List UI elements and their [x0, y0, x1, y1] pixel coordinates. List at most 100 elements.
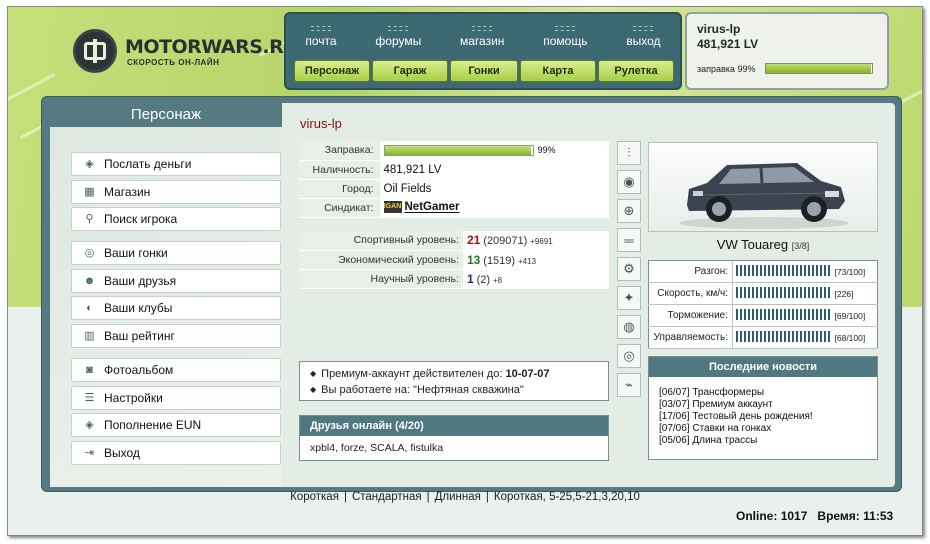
profile-stats: Заправка: 99% Наличность: 481,921 LV Гор… — [299, 141, 609, 218]
steering-icon[interactable]: ◎ — [617, 344, 641, 368]
level-value: 1 — [467, 271, 474, 286]
menu-exit[interactable]: ⇥ Выход — [71, 440, 281, 465]
nav-button-map[interactable]: Карта — [520, 60, 596, 82]
footer-link-long[interactable]: Длинная — [435, 491, 481, 503]
footer-link-standard[interactable]: Стандартная — [352, 491, 422, 503]
menu-your-friends[interactable]: ☻ Ваши друзья — [71, 268, 281, 293]
nav-link-shop[interactable]: магазин — [460, 26, 504, 48]
menu-your-rating[interactable]: ▥ Ваш рейтинг — [71, 323, 281, 348]
news-title: Последние новости — [649, 357, 877, 377]
menu-your-clubs[interactable]: ◐ Ваши клубы — [71, 296, 281, 320]
menu-label: Магазин — [104, 184, 151, 199]
menu-label: Ваши клубы — [104, 301, 173, 315]
player-name: virus-lp — [300, 116, 342, 131]
clubs-icon: ◐ — [86, 302, 93, 314]
user-name[interactable]: virus-lp — [697, 22, 877, 36]
car-image[interactable] — [648, 142, 878, 232]
fuel-label: Заправка: — [299, 141, 379, 161]
engine-parts-icon[interactable]: ✦ — [617, 286, 641, 310]
car-stat-label: Торможение: — [648, 304, 733, 327]
nav-button-races[interactable]: Гонки — [450, 60, 518, 82]
nav-button-character[interactable]: Персонаж — [294, 60, 370, 82]
menu-label: Ваши гонки — [104, 246, 168, 260]
news-item[interactable]: [03/07] Премиум аккаунт — [659, 399, 867, 411]
logo-title: MOTORWARS.RU — [125, 35, 299, 58]
car-stat-row: Скорость, км/ч: [226] — [648, 282, 878, 305]
rating-icon: ▥ — [84, 329, 95, 342]
footer-link-custom[interactable]: Короткая, 5-25,5-21,3,20,10 — [494, 491, 640, 503]
turbo-icon[interactable]: ◍ — [617, 315, 641, 339]
syndicate-row: Синдикат: IGAN NetGamer — [299, 198, 609, 218]
gearbox-icon[interactable]: ⚙ — [617, 257, 641, 281]
news-item[interactable]: [17/06] Тестовый день рождения! — [659, 411, 867, 423]
money-icon: ◈ — [85, 158, 94, 170]
menu-group-1: ◈ Послать деньги ▦ Магазин ⚲ Поиск игрока — [71, 152, 281, 235]
car-stat-row: Разгон: [73/100] — [648, 260, 878, 283]
menu-photo-album[interactable]: ◙ Фотоальбом — [71, 358, 281, 382]
car-stat-bar — [736, 330, 832, 342]
syndicate-logo-icon: IGAN — [383, 201, 402, 214]
tire-icon[interactable]: ◉ — [617, 170, 641, 194]
menu-send-money[interactable]: ◈ Послать деньги — [71, 152, 281, 176]
news-item[interactable]: [05/06] Длина трассы — [659, 435, 867, 447]
car-stage: [3/8] — [791, 241, 810, 251]
shock-absorber-icon[interactable]: ⫶ — [617, 141, 641, 165]
level-label: Спортивный уровень: — [299, 231, 463, 251]
car-stat-label: Разгон: — [648, 260, 733, 283]
nav-button-roulette[interactable]: Рулетка — [598, 60, 674, 82]
menu-player-search[interactable]: ⚲ Поиск игрока — [71, 207, 281, 231]
friends-online-box: Друзья онлайн (4/20) xpbl4, forze, SCALA… — [299, 415, 609, 461]
car-model: VW Touareg — [716, 237, 789, 252]
friends-icon: ☻ — [83, 274, 96, 287]
car-parts-bar: ⫶ ◉ ⊕ ═ ⚙ ✦ ◍ ◎ ⌁ — [617, 141, 643, 402]
car-name: VW Touareg [3/8] — [648, 237, 878, 252]
online-count: 1017 — [780, 509, 808, 523]
news-item[interactable]: [07/06] Ставки на гонках — [659, 423, 867, 435]
city-value: Oil Fields — [378, 179, 609, 199]
friends-online-list[interactable]: xpbl4, forze, SCALA, fistulka — [300, 436, 608, 460]
car-stat-value: [69/100] — [832, 304, 878, 327]
level-increment: +413 — [518, 256, 537, 266]
level-increment: +9691 — [530, 237, 553, 247]
cash-value: 481,921 LV — [378, 160, 609, 180]
camera-icon: ◙ — [86, 364, 93, 376]
nav-link-exit[interactable]: выход — [626, 26, 661, 48]
user-fuel-label: заправка 99% — [697, 63, 756, 74]
level-increment: +8 — [492, 275, 503, 285]
car-stat-label: Управляемость: — [648, 326, 733, 349]
shop-icon: ▦ — [84, 185, 95, 198]
exhaust-icon[interactable]: ═ — [617, 228, 641, 252]
level-label: Научный уровень: — [299, 269, 463, 289]
menu-your-races[interactable]: ◎ Ваши гонки — [71, 241, 281, 265]
menu-label: Ваш рейтинг — [104, 328, 175, 343]
user-fuel: заправка 99% — [697, 63, 877, 74]
news-item[interactable]: [06/07] Трансформеры — [659, 387, 867, 399]
menu-top-up[interactable]: ◈ Пополнение EUN — [71, 413, 281, 437]
footer-link-short[interactable]: Короткая — [290, 491, 339, 503]
logo[interactable]: MOTORWARS.RU СКОРОСТЬ ОН-ЛАЙН — [73, 21, 299, 81]
sidebar-title: Персонаж — [50, 103, 282, 127]
menu-shop[interactable]: ▦ Магазин — [71, 179, 281, 204]
nav-link-help[interactable]: помощь — [543, 26, 587, 48]
menu-label: Ваши друзья — [104, 273, 177, 288]
brakes-icon[interactable]: ⊕ — [617, 199, 641, 223]
exit-icon: ⇥ — [84, 446, 95, 459]
menu-settings[interactable]: ☰ Настройки — [71, 385, 281, 410]
nav-button-garage[interactable]: Гараж — [372, 60, 448, 82]
fuel-percent: 99% — [537, 145, 556, 156]
online-label: Online: — [736, 509, 778, 523]
level-points: (2) — [476, 273, 491, 286]
car-stat-row: Управляемость: [68/100] — [648, 326, 878, 349]
car-stat-value: [68/100] — [832, 326, 878, 349]
syndicate-link[interactable]: NetGamer — [405, 202, 460, 214]
nav-link-forums[interactable]: форумы — [375, 26, 421, 48]
sidebar: ◈ Послать деньги ▦ Магазин ⚲ Поиск игрока ◎… — [50, 127, 282, 487]
suv-car-icon — [679, 163, 849, 229]
profile-content: virus-lp Заправка: 99% Наличность: 481,9… — [290, 103, 895, 487]
nav-link-mail[interactable]: почта — [305, 26, 337, 48]
level-value: 21 — [467, 233, 481, 248]
car-stat-value: [73/100] — [832, 260, 878, 283]
tuning-icon[interactable]: ⌁ — [617, 373, 641, 397]
main-panel: Персонаж ◈ Послать деньги ▦ Магазин ⚲ Поиск… — [41, 96, 902, 492]
car-stat-row: Торможение: [69/100] — [648, 304, 878, 327]
